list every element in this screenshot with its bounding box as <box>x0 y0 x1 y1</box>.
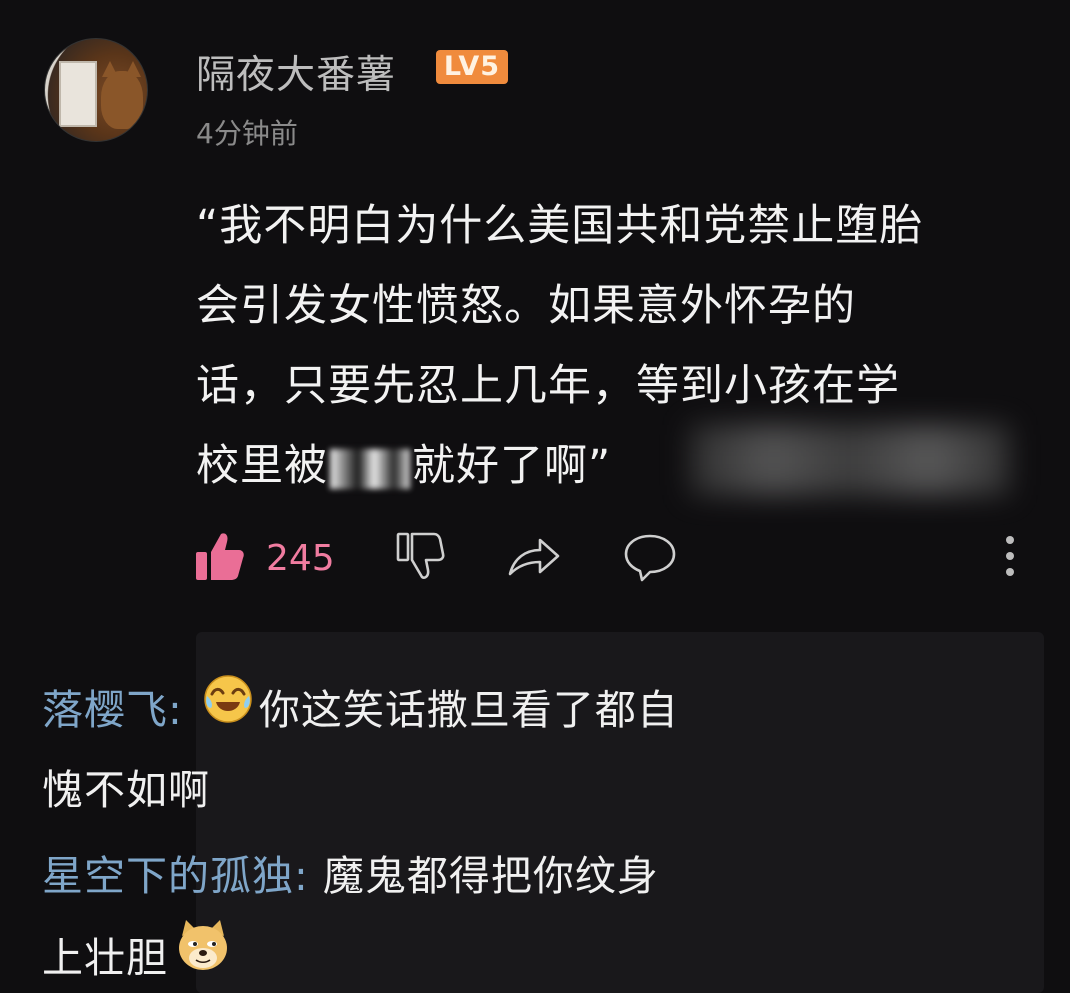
doge-emoji-icon <box>174 916 232 993</box>
avatar-picture-frame <box>59 61 97 127</box>
comment-line-end: 就好了啊” <box>412 441 612 491</box>
redacted-blur <box>330 448 410 489</box>
reply-author[interactable]: 落樱飞 <box>42 686 168 734</box>
comment-line-start: 校里被 <box>196 441 328 491</box>
comment-screen: 隔夜大番薯 LV5 4分钟前 “我不明白为什么美国共和党禁止堕胎 会引发女性愤怒… <box>0 0 1070 993</box>
share-button[interactable] <box>506 528 562 588</box>
reply-text: 上壮胆 <box>42 934 168 982</box>
level-badge: LV5 <box>436 50 508 84</box>
reply-separator: : <box>168 686 197 734</box>
like-button[interactable]: 245 <box>194 528 335 588</box>
reply-text: 愧不如啊 <box>42 766 210 814</box>
avatar-dog <box>101 71 143 129</box>
speech-bubble-icon <box>622 530 678 586</box>
crying-laughing-emoji-icon <box>203 670 253 750</box>
thumbs-up-icon <box>194 530 246 586</box>
reply-item[interactable]: 星空下的孤独: 魔鬼都得把你纹身 上壮胆 <box>42 836 802 993</box>
vertical-dots-icon <box>1002 530 1018 586</box>
reply-item[interactable]: 落樱飞: 你这笑话撒旦看了都自 愧不如啊 <box>42 670 802 830</box>
thumbs-down-icon <box>394 530 446 586</box>
share-arrow-icon <box>506 530 562 586</box>
blurred-region <box>690 425 1010 495</box>
reply-text: 你这笑话撒旦看了都自 <box>258 686 679 734</box>
comment-line: 话，只要先忍上几年，等到小孩在学 <box>196 361 900 411</box>
reply-separator: : <box>294 852 323 900</box>
comment-action-bar: 245 <box>194 528 1034 588</box>
comment-line: 会引发女性愤怒。如果意外怀孕的 <box>196 281 856 331</box>
dislike-button[interactable] <box>394 528 446 588</box>
username[interactable]: 隔夜大番薯 <box>196 44 396 100</box>
reply-text: 魔鬼都得把你纹身 <box>322 852 659 900</box>
reply-button[interactable] <box>622 528 678 588</box>
like-count: 245 <box>266 537 335 579</box>
reply-author[interactable]: 星空下的孤独 <box>42 852 294 900</box>
comment-line: “我不明白为什么美国共和党禁止堕胎 <box>196 201 924 251</box>
user-avatar[interactable] <box>44 38 148 142</box>
comment-timestamp: 4分钟前 <box>196 117 298 150</box>
more-options-button[interactable] <box>1002 528 1018 588</box>
